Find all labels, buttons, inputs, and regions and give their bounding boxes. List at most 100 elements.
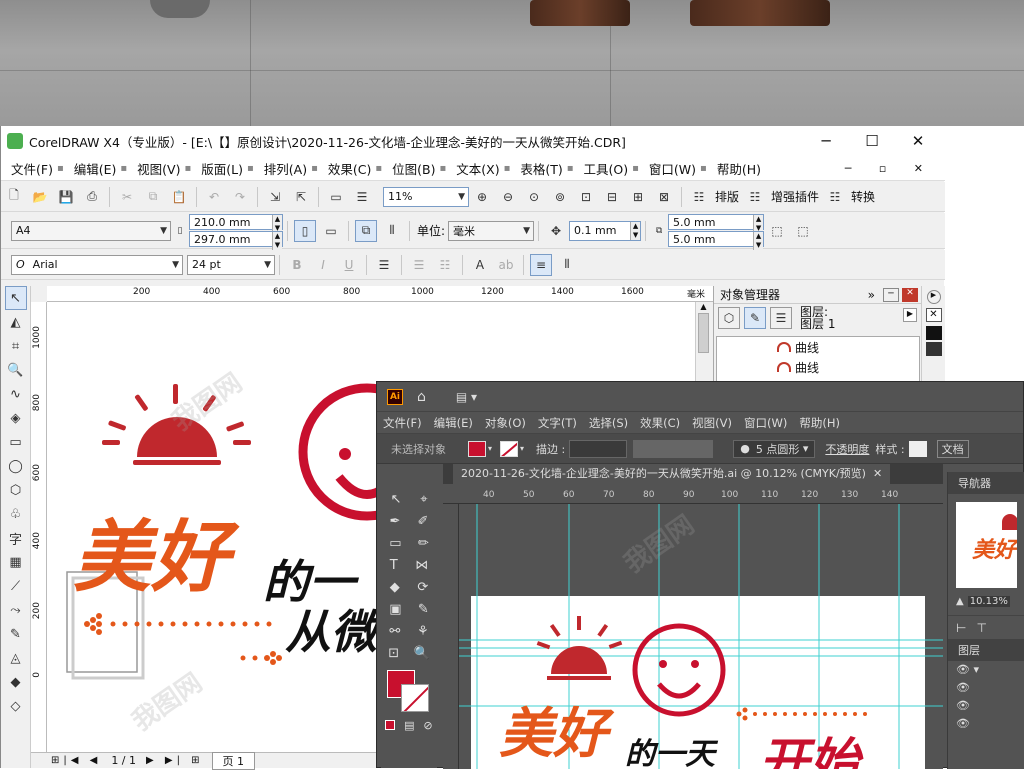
- menu-layout[interactable]: 版面(L): [191, 159, 253, 178]
- layer-manager-icon[interactable]: ☰: [770, 307, 792, 329]
- menu-view[interactable]: 视图(V): [127, 159, 190, 178]
- pick-tool-icon[interactable]: ↖: [4, 286, 27, 310]
- page-width-field[interactable]: 210.0 mm ▲ ▼: [189, 214, 283, 233]
- new-icon[interactable]: 🗋: [3, 186, 25, 208]
- menu-file[interactable]: 文件(F): [1, 159, 63, 178]
- zoom-selected-icon[interactable]: ⊙: [523, 186, 545, 208]
- bullets-icon[interactable]: ☰: [408, 254, 430, 276]
- menu-bitmaps[interactable]: 位图(B): [382, 159, 445, 178]
- list-item[interactable]: 曲线: [717, 337, 919, 357]
- maximize-button[interactable]: ☐: [849, 126, 895, 156]
- zoom-level-select[interactable]: 11% ▼: [383, 186, 469, 207]
- pencil-tool-icon[interactable]: ✏: [418, 536, 429, 551]
- current-page-icon[interactable]: ⫴: [381, 220, 403, 242]
- pen-tool-icon[interactable]: ✒: [390, 514, 401, 529]
- menu-table[interactable]: 表格(T): [510, 159, 572, 178]
- layer-menu-icon[interactable]: ▶: [903, 308, 917, 322]
- gray-swatch[interactable]: [925, 342, 942, 356]
- opacity-label[interactable]: 不透明度: [825, 441, 869, 457]
- zoom-tool-icon[interactable]: 🔍: [5, 358, 27, 382]
- outline-tool-icon[interactable]: ◬: [5, 646, 27, 670]
- ai-menu-help[interactable]: 帮助(H): [793, 415, 846, 431]
- dropcap-icon[interactable]: ☷: [434, 254, 456, 276]
- stroke-color-icon[interactable]: [401, 684, 429, 712]
- nudge-field[interactable]: 0.1 mm ▲ ▼: [569, 220, 642, 241]
- convert-icon[interactable]: ☷: [824, 186, 846, 208]
- list-item[interactable]: 曲线: [717, 357, 919, 377]
- style-swatch[interactable]: [908, 440, 927, 457]
- snap-icon[interactable]: ⬚: [792, 220, 814, 242]
- black-swatch[interactable]: [925, 326, 942, 340]
- paste-icon[interactable]: 📋: [168, 186, 190, 208]
- rectangle-tool-icon[interactable]: ▭: [389, 536, 401, 551]
- navigator-thumbnail[interactable]: 美好: [956, 502, 1017, 588]
- width-tool-icon[interactable]: ⋈: [415, 558, 428, 573]
- expand-icon[interactable]: »: [868, 288, 875, 302]
- app-launcher-icon[interactable]: ▭: [325, 186, 347, 208]
- zoom-all-icon[interactable]: ⊚: [549, 186, 571, 208]
- document-setup-button[interactable]: 文档: [936, 439, 969, 458]
- ai-menu-view[interactable]: 视图(V): [686, 415, 738, 431]
- direct-selection-icon[interactable]: ⌖: [420, 492, 427, 507]
- freehand-tool-icon[interactable]: ∿: [5, 382, 27, 406]
- print-icon[interactable]: ⎙: [81, 186, 103, 208]
- ai-menu-object[interactable]: 对象(O): [479, 415, 532, 431]
- font-size-select[interactable]: 24 pt ▼: [187, 254, 275, 275]
- layer-visibility-icon[interactable]: 👁: [956, 715, 1024, 733]
- minimize-panel-icon[interactable]: ─: [883, 287, 899, 302]
- menu-edit[interactable]: 编辑(E): [64, 159, 127, 178]
- all-pages-icon[interactable]: ⧉: [355, 219, 377, 242]
- interactive-fill-icon[interactable]: ◇: [5, 694, 27, 718]
- ai-menu-file[interactable]: 文件(F): [377, 415, 428, 431]
- underline-icon[interactable]: U: [338, 254, 360, 276]
- eyedropper-tool-icon[interactable]: ✎: [418, 602, 429, 617]
- symbol-tool-icon[interactable]: ⚘: [417, 624, 429, 639]
- zoom-in-icon[interactable]: ⊕: [471, 186, 493, 208]
- page-nav-next[interactable]: ▶ ▶| ⊞: [146, 755, 204, 766]
- landscape-icon[interactable]: ▭: [320, 220, 342, 242]
- ai-menu-select[interactable]: 选择(S): [583, 415, 634, 431]
- menu-effects[interactable]: 效果(C): [318, 159, 381, 178]
- ai-menu-window[interactable]: 窗口(W): [738, 415, 793, 431]
- plugin-icon[interactable]: ☷: [744, 186, 766, 208]
- page-nav-buttons[interactable]: ⊞|◀ ◀: [51, 755, 101, 766]
- treat-as-filled-icon[interactable]: ⬚: [766, 220, 788, 242]
- menu-tools[interactable]: 工具(O): [574, 159, 639, 178]
- text-tool-icon[interactable]: 字: [5, 526, 27, 550]
- lasso-tool-icon[interactable]: ⟳: [417, 580, 428, 595]
- minimize-button[interactable]: ─: [803, 126, 849, 156]
- import-icon[interactable]: ⇲: [264, 186, 286, 208]
- crop-tool-icon[interactable]: ⌗: [5, 334, 27, 358]
- pan-icon[interactable]: ⊠: [653, 186, 675, 208]
- zoom-tool-icon[interactable]: 🔍: [414, 646, 430, 661]
- curvature-tool-icon[interactable]: ✐: [418, 514, 429, 529]
- plugin-button[interactable]: 增强插件: [771, 188, 819, 205]
- connector-tool-icon[interactable]: ⤳: [5, 598, 27, 622]
- table-tool-icon[interactable]: ▦: [5, 550, 27, 574]
- layer-visibility-icon[interactable]: 👁 ▾: [956, 661, 1024, 679]
- format-text-icon[interactable]: Ａ: [469, 254, 491, 276]
- fill-tool-icon[interactable]: ◆: [5, 670, 27, 694]
- page-size-select[interactable]: A4 ▼: [11, 220, 171, 241]
- edit-across-layers-icon[interactable]: ✎: [744, 307, 766, 329]
- horizontal-text-icon[interactable]: ≡: [530, 253, 552, 276]
- selection-tool-icon[interactable]: ↖: [390, 492, 401, 507]
- workspace-switcher-icon[interactable]: ▤ ▾: [456, 390, 477, 404]
- artboard-tool-icon[interactable]: ⊡: [388, 646, 399, 661]
- menu-text[interactable]: 文本(X): [446, 159, 509, 178]
- convert-button[interactable]: 转换: [851, 188, 875, 205]
- welcome-icon[interactable]: ☰: [351, 186, 373, 208]
- variable-width-select[interactable]: [633, 439, 714, 458]
- eraser-tool-icon[interactable]: ◆: [390, 580, 400, 595]
- layer-visibility-icon[interactable]: 👁: [956, 679, 1024, 697]
- ellipse-tool-icon[interactable]: ◯: [5, 454, 27, 478]
- color-mode-icon[interactable]: [385, 720, 396, 730]
- dup-x-field[interactable]: 5.0 mm ▲ ▼: [668, 214, 765, 233]
- redo-icon[interactable]: ↷: [229, 186, 251, 208]
- basic-shapes-icon[interactable]: ♧: [5, 502, 27, 526]
- ai-menu-effect[interactable]: 效果(C): [634, 415, 686, 431]
- align-icon[interactable]: ☰: [373, 254, 395, 276]
- font-select[interactable]: O Arial ▼: [11, 254, 183, 275]
- edit-text-icon[interactable]: ab: [495, 254, 517, 276]
- show-properties-icon[interactable]: ⬡: [718, 307, 740, 329]
